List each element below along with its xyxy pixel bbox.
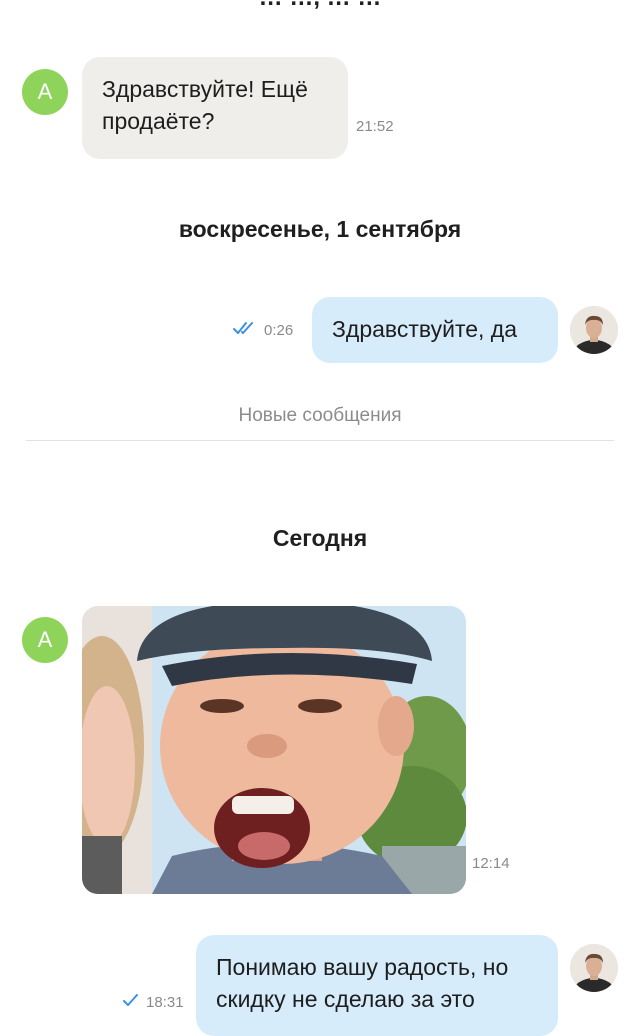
message-text-line: продаёте?	[102, 108, 215, 134]
message-text: Здравствуйте, да	[332, 316, 518, 342]
photo-image	[82, 606, 466, 894]
message-bubble-incoming[interactable]: Здравствуйте! Ещё продаёте?	[82, 57, 348, 159]
message-text-line: скидку не сделаю за это	[216, 986, 475, 1012]
message-time: 21:52	[356, 118, 394, 135]
message-text-line: Понимаю вашу радость, но	[216, 954, 509, 980]
message-time: 18:31	[146, 994, 184, 1011]
message-text-line: Здравствуйте! Ещё	[102, 76, 308, 102]
message-bubble-outgoing[interactable]: Здравствуйте, да	[312, 297, 558, 363]
check-icon	[122, 992, 140, 1013]
date-separator-cut: … …, … …	[0, 0, 640, 12]
avatar-photo	[570, 306, 618, 354]
message-status: 0:26	[232, 320, 293, 341]
message-time: 0:26	[264, 322, 294, 339]
message-status: 18:31	[122, 992, 184, 1013]
new-messages-label: Новые сообщения	[238, 405, 402, 426]
avatar-initial: A	[37, 627, 53, 652]
avatar-initial: A	[37, 79, 53, 104]
avatar[interactable]: A	[22, 69, 68, 115]
double-check-icon	[232, 320, 258, 341]
divider	[26, 440, 614, 441]
message-bubble-outgoing[interactable]: Понимаю вашу радость, но скидку не сдела…	[196, 935, 558, 1036]
message-photo[interactable]	[82, 606, 466, 894]
date-separator: воскресенье, 1 сентября	[178, 216, 462, 242]
avatar[interactable]: A	[22, 617, 68, 663]
message-time: 12:14	[472, 855, 510, 872]
avatar[interactable]	[570, 306, 618, 354]
avatar-photo	[570, 944, 618, 992]
avatar[interactable]	[570, 944, 618, 992]
date-separator: Сегодня	[272, 525, 368, 551]
